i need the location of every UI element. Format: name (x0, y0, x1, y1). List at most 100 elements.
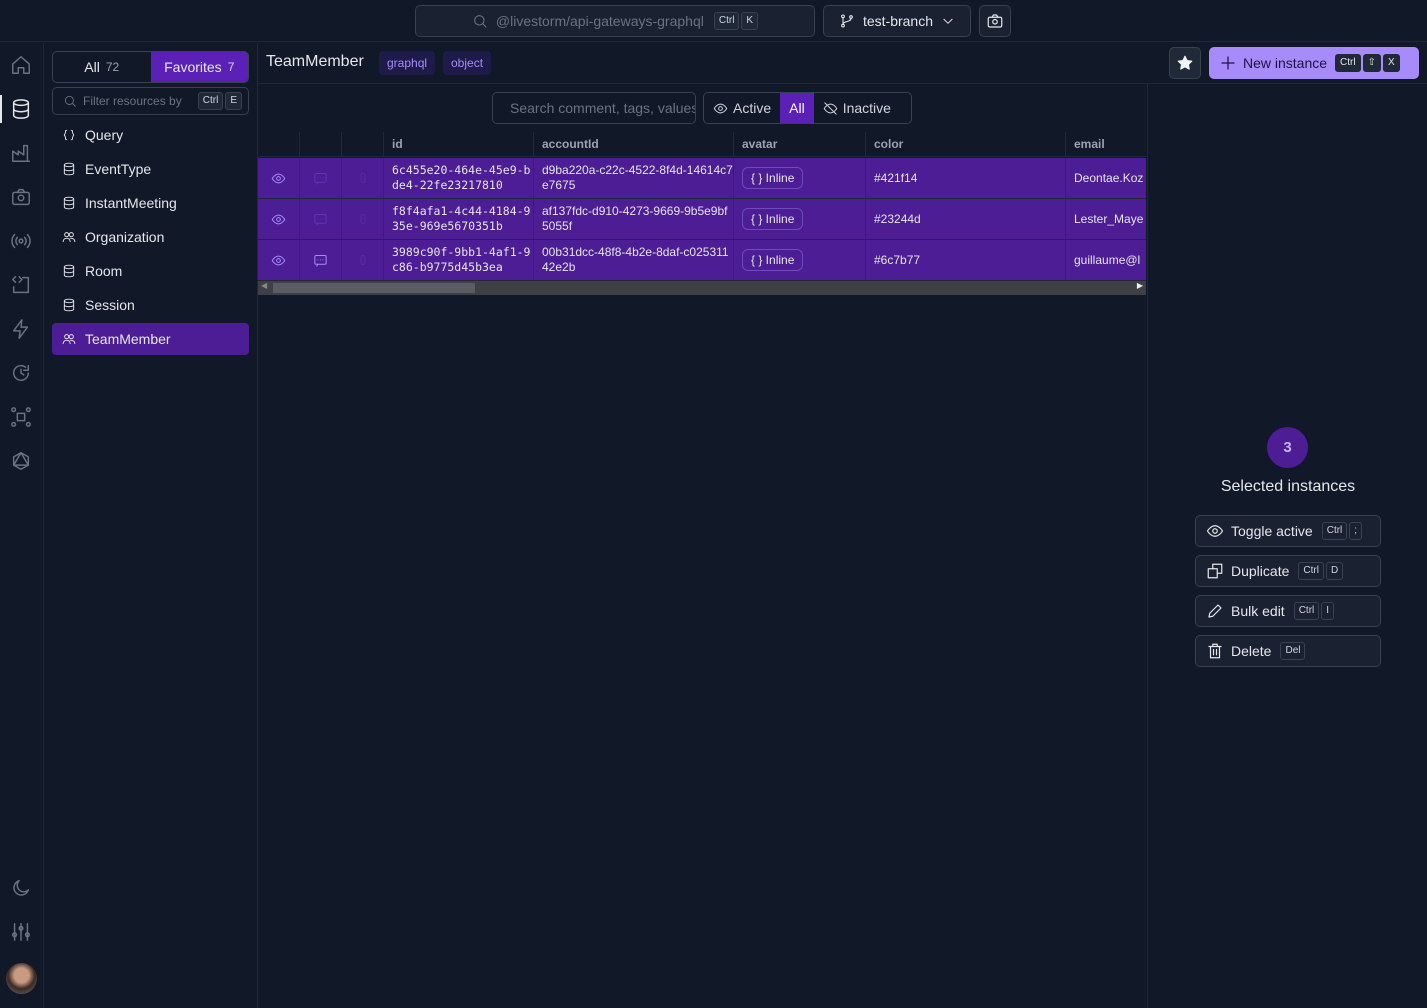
id-cell[interactable]: 6c455e20-464e-45e9-bde4-22fe23217810 (384, 158, 534, 198)
color-cell[interactable]: #6c7b77 (866, 240, 1066, 280)
account-id-cell[interactable]: d9ba220a-c22c-4522-8f4d-14614c7e7675 (534, 158, 734, 198)
sidebar-item-query[interactable]: Query (52, 119, 249, 151)
project-search[interactable]: @livestorm/api-gateways-graphql Ctrl K (415, 5, 815, 37)
screenshot-button[interactable] (979, 5, 1011, 37)
segment-label: Active (733, 100, 772, 116)
filter-resources-input[interactable]: Filter resources by Ctrl E (52, 87, 249, 115)
sidebar-item-eventtype[interactable]: EventType (52, 153, 249, 185)
segment-inactive[interactable]: Inactive (814, 93, 900, 123)
tab-count: 72 (105, 60, 120, 74)
new-instance-button[interactable]: New instance Ctrl ⇧ X (1209, 47, 1419, 79)
account-id-cell[interactable]: af137fdc-d910-4273-9669-9b5e9bf5055f (534, 199, 734, 239)
broadcast-icon[interactable] (10, 230, 32, 252)
comment-cell[interactable] (300, 158, 342, 198)
favorite-button[interactable] (1169, 47, 1201, 79)
column-header[interactable]: color (866, 132, 1066, 156)
sliders-icon[interactable] (10, 921, 32, 943)
delete-button[interactable]: Delete Del (1195, 635, 1381, 667)
pin-cell[interactable] (342, 240, 384, 280)
sidebar-item-teammember[interactable]: TeamMember (52, 323, 249, 355)
sidebar-item-organization[interactable]: Organization (52, 221, 249, 253)
toggle-active-cell[interactable] (258, 158, 300, 198)
avatar[interactable] (6, 963, 37, 994)
inline-json-button[interactable]: { } Inline (742, 208, 804, 230)
tab-label: All (84, 59, 100, 75)
tab-label: Favorites (164, 59, 222, 75)
sidebar-item-room[interactable]: Room (52, 255, 249, 287)
id-cell[interactable]: f8f4afa1-4c44-4184-935e-969e5670351b (384, 199, 534, 239)
comment-cell[interactable] (300, 240, 342, 280)
tab-favorites[interactable]: Favorites 7 (150, 52, 248, 82)
network-icon[interactable] (10, 406, 32, 428)
table-header: id accountId avatar color email (258, 132, 1146, 157)
segment-active[interactable]: Active (704, 93, 780, 123)
branch-select[interactable]: test-branch (823, 5, 971, 37)
users-icon (62, 232, 76, 243)
database-icon[interactable] (10, 98, 32, 120)
column-header[interactable]: avatar (734, 132, 866, 156)
toggle-active-cell[interactable] (258, 240, 300, 280)
toggle-active-cell[interactable] (258, 199, 300, 239)
tab-all[interactable]: All 72 (53, 52, 151, 82)
comment-cell[interactable] (300, 199, 342, 239)
sidebar-item-instantmeeting[interactable]: InstantMeeting (52, 187, 249, 219)
kbd: X (1383, 54, 1400, 73)
graphql-icon[interactable] (10, 450, 32, 472)
toggle-active-button[interactable]: Toggle active Ctrl; (1195, 515, 1381, 547)
factory-icon[interactable] (10, 142, 32, 164)
home-icon[interactable] (10, 54, 32, 76)
search-instances-input[interactable]: Search comment, tags, values (492, 92, 696, 124)
duplicate-button[interactable]: Duplicate Ctrl D (1195, 555, 1381, 587)
camera-icon (987, 14, 1003, 28)
email-cell[interactable]: Lester_Maye (1066, 199, 1146, 239)
sidebar-item-session[interactable]: Session (52, 289, 249, 321)
color-cell[interactable]: #23244d (866, 199, 1066, 239)
account-id-cell[interactable]: 00b31dcc-48f8-4b2e-8daf-c02531142e2b (534, 240, 734, 280)
action-label: Toggle active (1231, 523, 1313, 539)
camera-icon[interactable] (10, 186, 32, 208)
resource-tabs: All 72 Favorites 7 (52, 51, 249, 83)
color-cell[interactable]: #421f14 (866, 158, 1066, 198)
resource-sidebar: All 72 Favorites 7 Filter resources by Ctr… (44, 43, 258, 1008)
column-header[interactable]: email (1066, 132, 1146, 156)
selection-title: Selected instances (1220, 478, 1356, 495)
tag-object[interactable]: object (443, 51, 492, 75)
avatar-cell[interactable]: { } Inline (734, 199, 866, 239)
code-file-icon[interactable] (10, 274, 32, 296)
inline-json-button[interactable]: { } Inline (742, 167, 804, 189)
sidebar-item-label: Organization (85, 229, 165, 245)
inline-json-button[interactable]: { } Inline (742, 249, 804, 271)
column-header[interactable]: accountId (534, 132, 734, 156)
column-label: accountId (542, 137, 599, 151)
duplicate-icon (1207, 563, 1223, 579)
id-cell[interactable]: 3989c90f-9bb1-4af1-9c86-b9775d45b3ea (384, 240, 534, 280)
table-row[interactable]: f8f4afa1-4c44-4184-935e-969e5670351b af13… (258, 199, 1146, 240)
comment-icon (314, 254, 327, 267)
pin-icon (360, 255, 365, 265)
comment-icon (314, 213, 327, 226)
pin-cell[interactable] (342, 199, 384, 239)
database-icon (63, 162, 75, 176)
column-header[interactable]: id (384, 132, 534, 156)
sidebar-item-label: Room (85, 263, 123, 279)
history-icon[interactable] (10, 362, 32, 384)
lightning-icon[interactable] (10, 318, 32, 340)
pin-cell[interactable] (342, 158, 384, 198)
email-cell[interactable]: guillaume@l (1066, 240, 1146, 280)
scroll-left-arrow[interactable]: ◀ (261, 281, 267, 290)
avatar-cell[interactable]: { } Inline (734, 240, 866, 280)
horizontal-scrollbar[interactable]: ◀ ▶ (258, 281, 1146, 295)
avatar-cell[interactable]: { } Inline (734, 158, 866, 198)
kbd: ; (1349, 522, 1363, 541)
chevron-down-icon (943, 18, 953, 24)
scrollbar-thumb[interactable] (273, 283, 475, 293)
scroll-right-arrow[interactable]: ▶ (1137, 281, 1143, 290)
email-cell[interactable]: Deontae.Koz (1066, 158, 1146, 198)
new-instance-label: New instance (1243, 55, 1328, 71)
bulk-edit-button[interactable]: Bulk edit Ctrl I (1195, 595, 1381, 627)
moon-icon[interactable] (10, 877, 32, 899)
table-row[interactable]: 3989c90f-9bb1-4af1-9c86-b9775d45b3ea 00b3… (258, 240, 1146, 281)
table-row[interactable]: 6c455e20-464e-45e9-bde4-22fe23217810 d9ba… (258, 158, 1146, 199)
segment-all[interactable]: All (780, 93, 814, 123)
tag-graphql[interactable]: graphql (379, 51, 436, 75)
